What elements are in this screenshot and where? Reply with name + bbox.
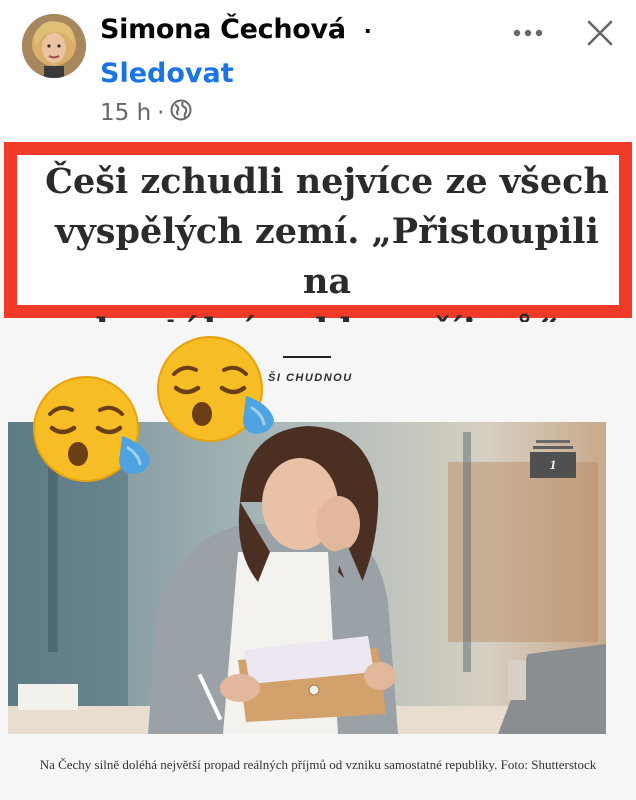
sleepy-face-emoji [157, 336, 274, 442]
author-name[interactable]: Simona Čechová [100, 14, 346, 45]
follow-button[interactable]: Sledovat [100, 58, 234, 89]
avatar[interactable] [22, 14, 86, 78]
headline-highlight-box: Češi zchudli nejvíce ze všech vyspělých … [4, 142, 632, 352]
gallery-badge[interactable]: 1 [530, 438, 576, 478]
post-time[interactable]: 15 h [100, 100, 151, 126]
gallery-icon [533, 440, 573, 449]
gallery-count: 1 [530, 452, 576, 478]
sleepy-face-emoji [33, 376, 150, 482]
kicker-divider [283, 356, 331, 358]
close-icon [587, 20, 613, 46]
article-kicker: ŠI CHUDNOU [268, 372, 353, 384]
photo-caption: Na Čechy silně doléhá největší propad re… [39, 757, 597, 772]
avatar-photo [22, 14, 86, 78]
author-separator: · [364, 16, 373, 46]
more-horizontal-icon [513, 29, 543, 37]
globe-icon[interactable] [170, 99, 192, 127]
more-options-button[interactable] [508, 16, 548, 50]
close-button[interactable] [580, 16, 620, 50]
post-meta: 15 h · [100, 98, 192, 128]
meta-separator: · [157, 100, 165, 126]
